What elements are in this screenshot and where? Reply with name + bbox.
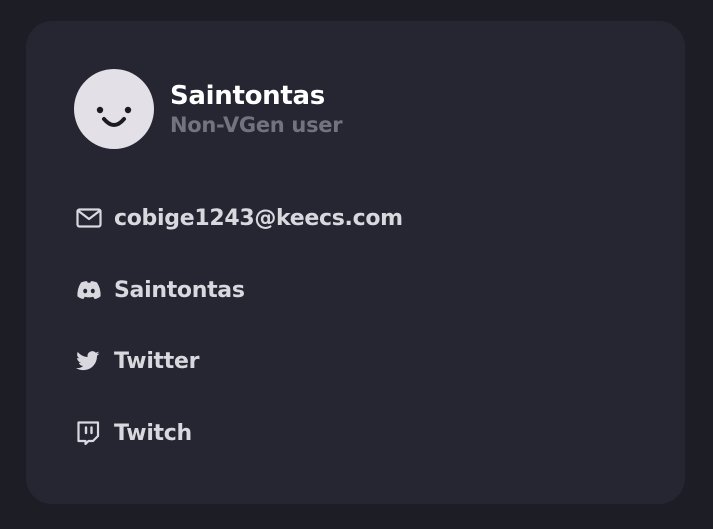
user-role: Non-VGen user <box>170 113 343 137</box>
discord-label: Saintontas <box>114 277 245 303</box>
email-link[interactable]: cobige1243@keecs.com <box>76 201 403 235</box>
smiley-face-icon <box>96 106 132 127</box>
profile-card: Saintontas Non-VGen user cobige1243@keec… <box>26 21 685 504</box>
twitch-icon <box>76 416 104 450</box>
twitch-link[interactable]: Twitch <box>76 416 192 450</box>
email-label: cobige1243@keecs.com <box>114 205 403 231</box>
discord-icon <box>76 273 104 307</box>
twitter-icon <box>76 344 104 378</box>
discord-link[interactable]: Saintontas <box>76 273 245 307</box>
user-name: Saintontas <box>170 81 325 111</box>
profile-header: Saintontas Non-VGen user <box>74 69 343 149</box>
twitter-link[interactable]: Twitter <box>76 344 199 378</box>
twitch-label: Twitch <box>114 420 192 446</box>
mail-icon <box>76 201 104 235</box>
twitter-label: Twitter <box>114 348 200 374</box>
profile-text: Saintontas Non-VGen user <box>170 80 343 138</box>
avatar[interactable] <box>74 69 154 149</box>
